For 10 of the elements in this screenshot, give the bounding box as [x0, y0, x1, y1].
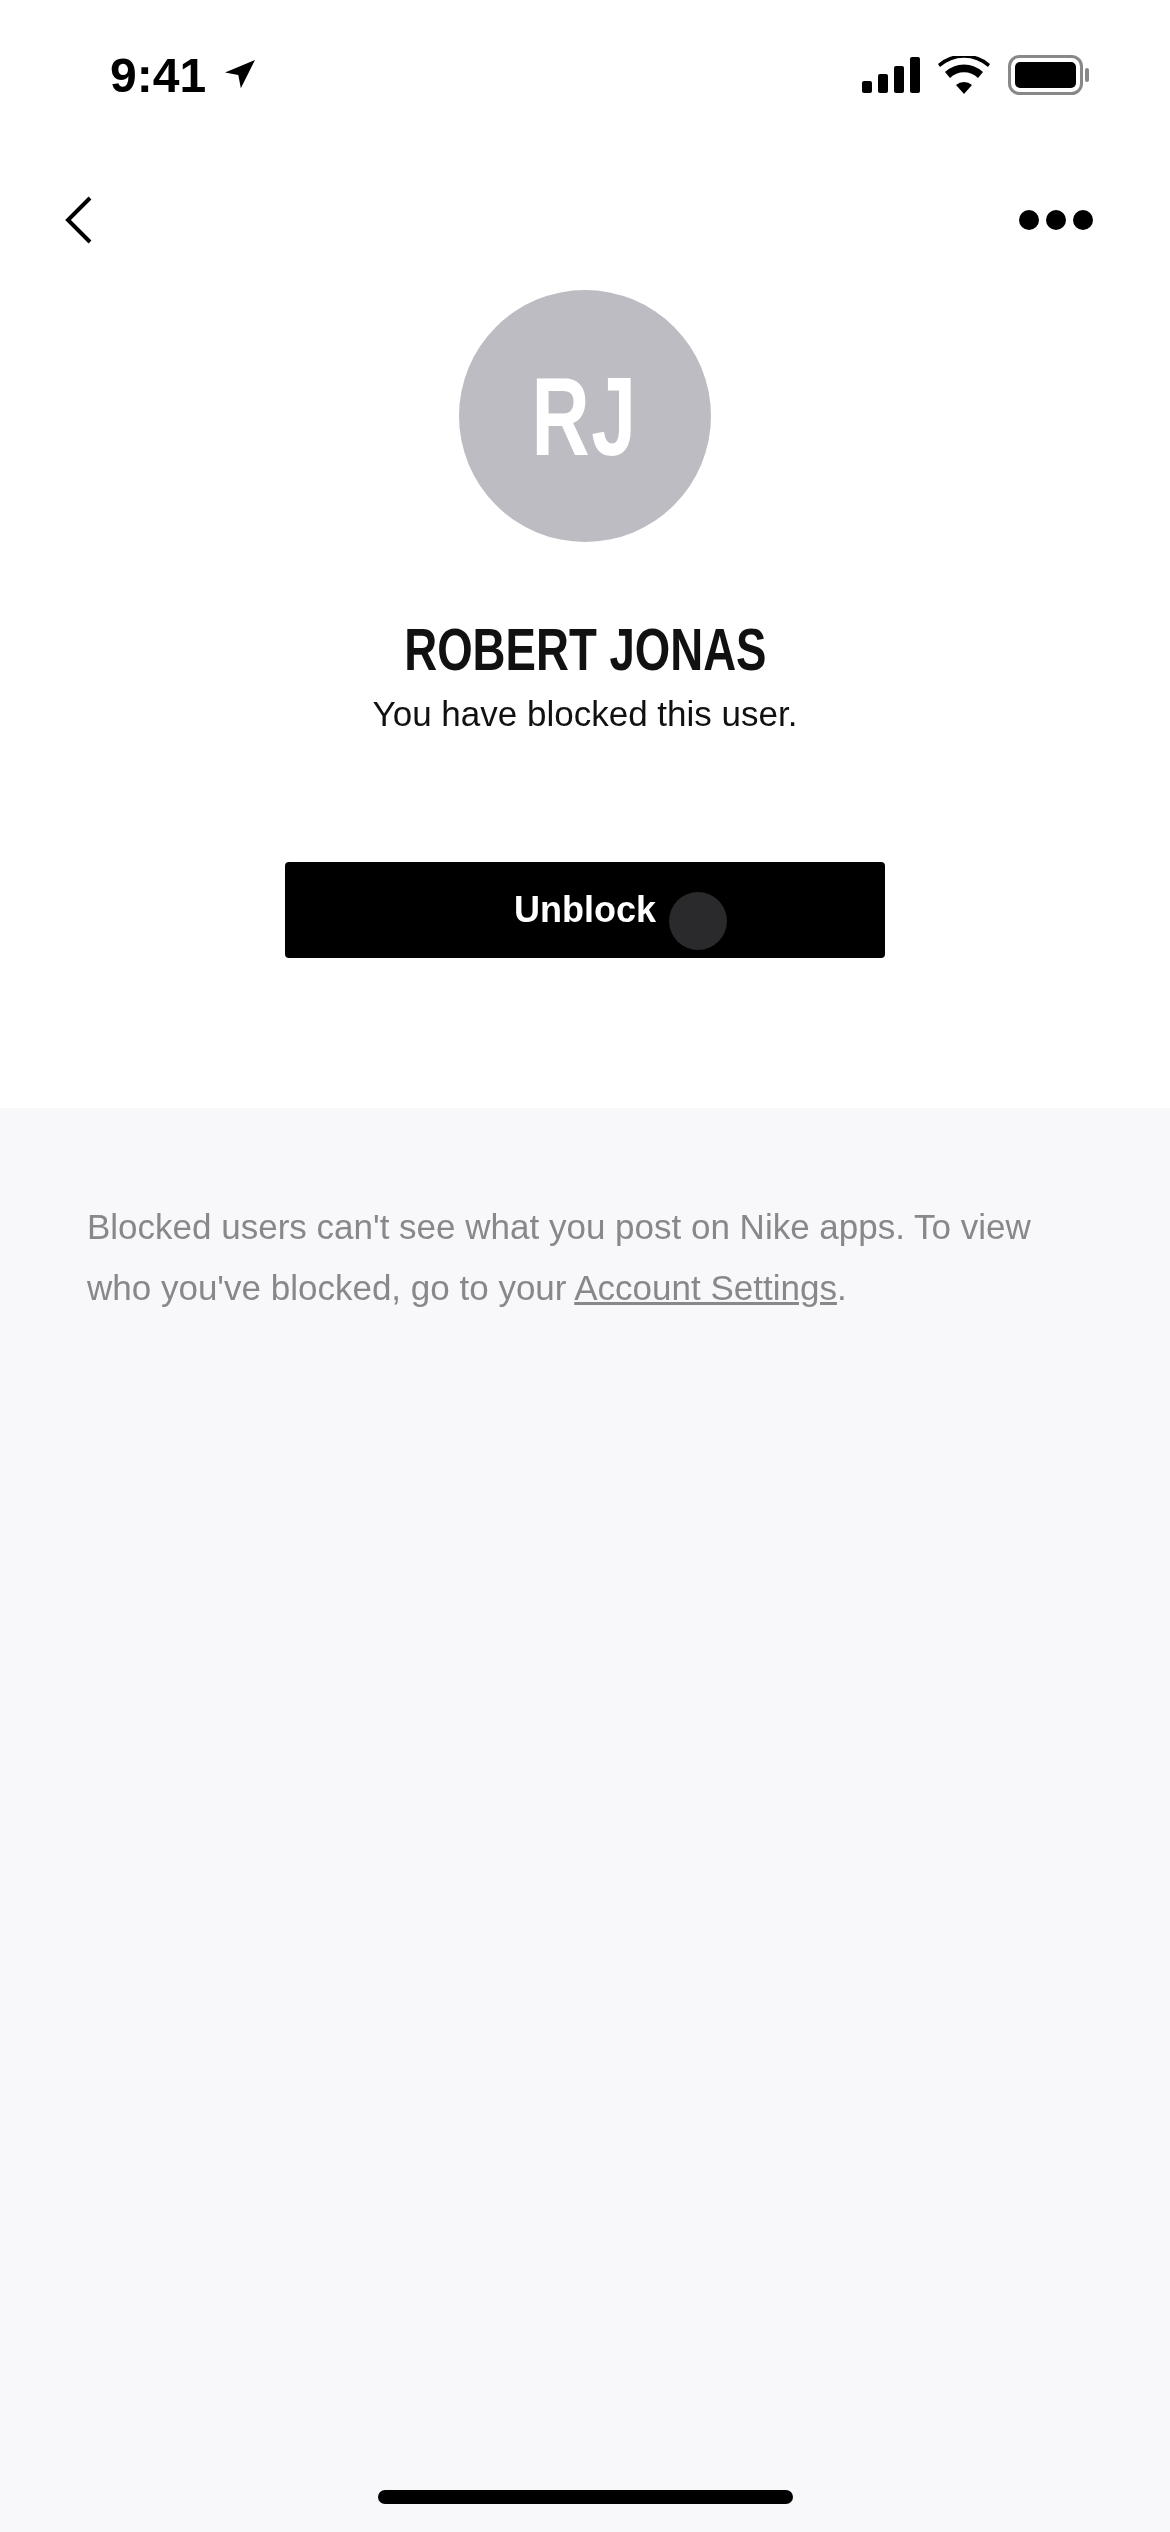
signal-icon: [862, 57, 920, 93]
avatar-initials: RJ: [532, 352, 638, 481]
status-time: 9:41: [110, 47, 207, 103]
blocked-status: You have blocked this user.: [372, 694, 798, 734]
user-name: ROBERT JONAS: [403, 620, 767, 680]
battery-icon: [1008, 55, 1090, 95]
unblock-button[interactable]: Unblock: [285, 862, 885, 958]
info-text: Blocked users can't see what you post on Nike apps. To view who you've blocked, go to your Account Settings.: [86, 1206, 1032, 1309]
more-icon: [1018, 209, 1094, 231]
wifi-icon: [938, 56, 990, 94]
